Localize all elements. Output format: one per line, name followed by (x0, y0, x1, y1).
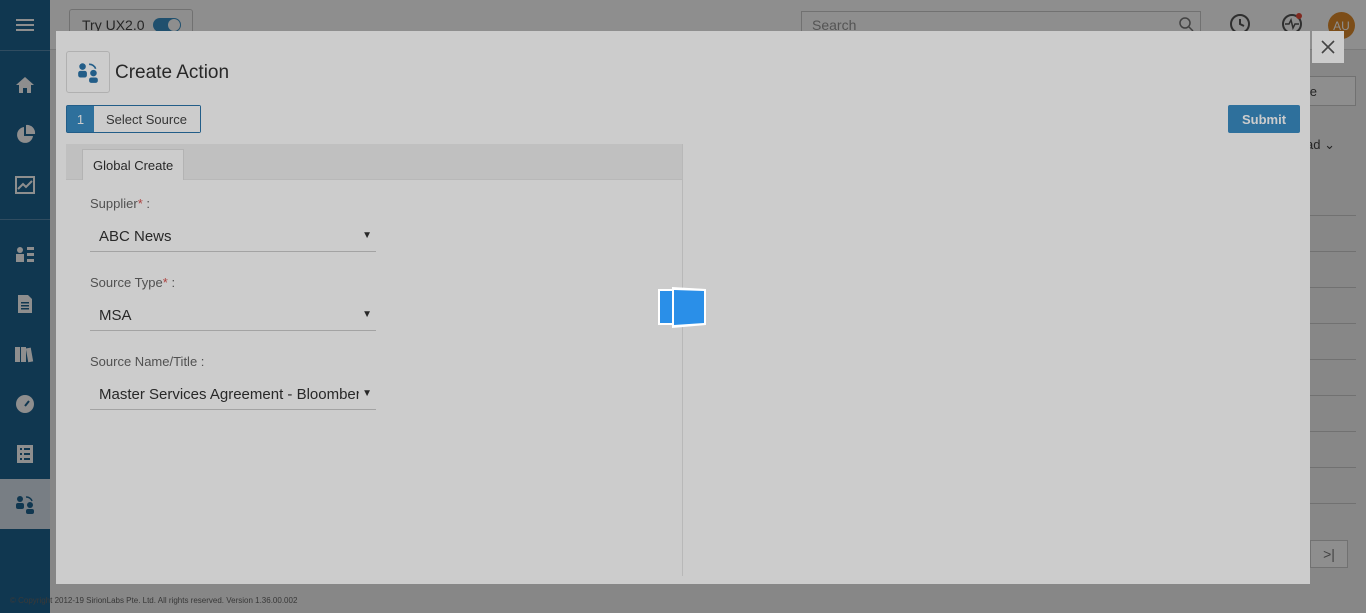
loading-spinner-icon (658, 287, 706, 328)
